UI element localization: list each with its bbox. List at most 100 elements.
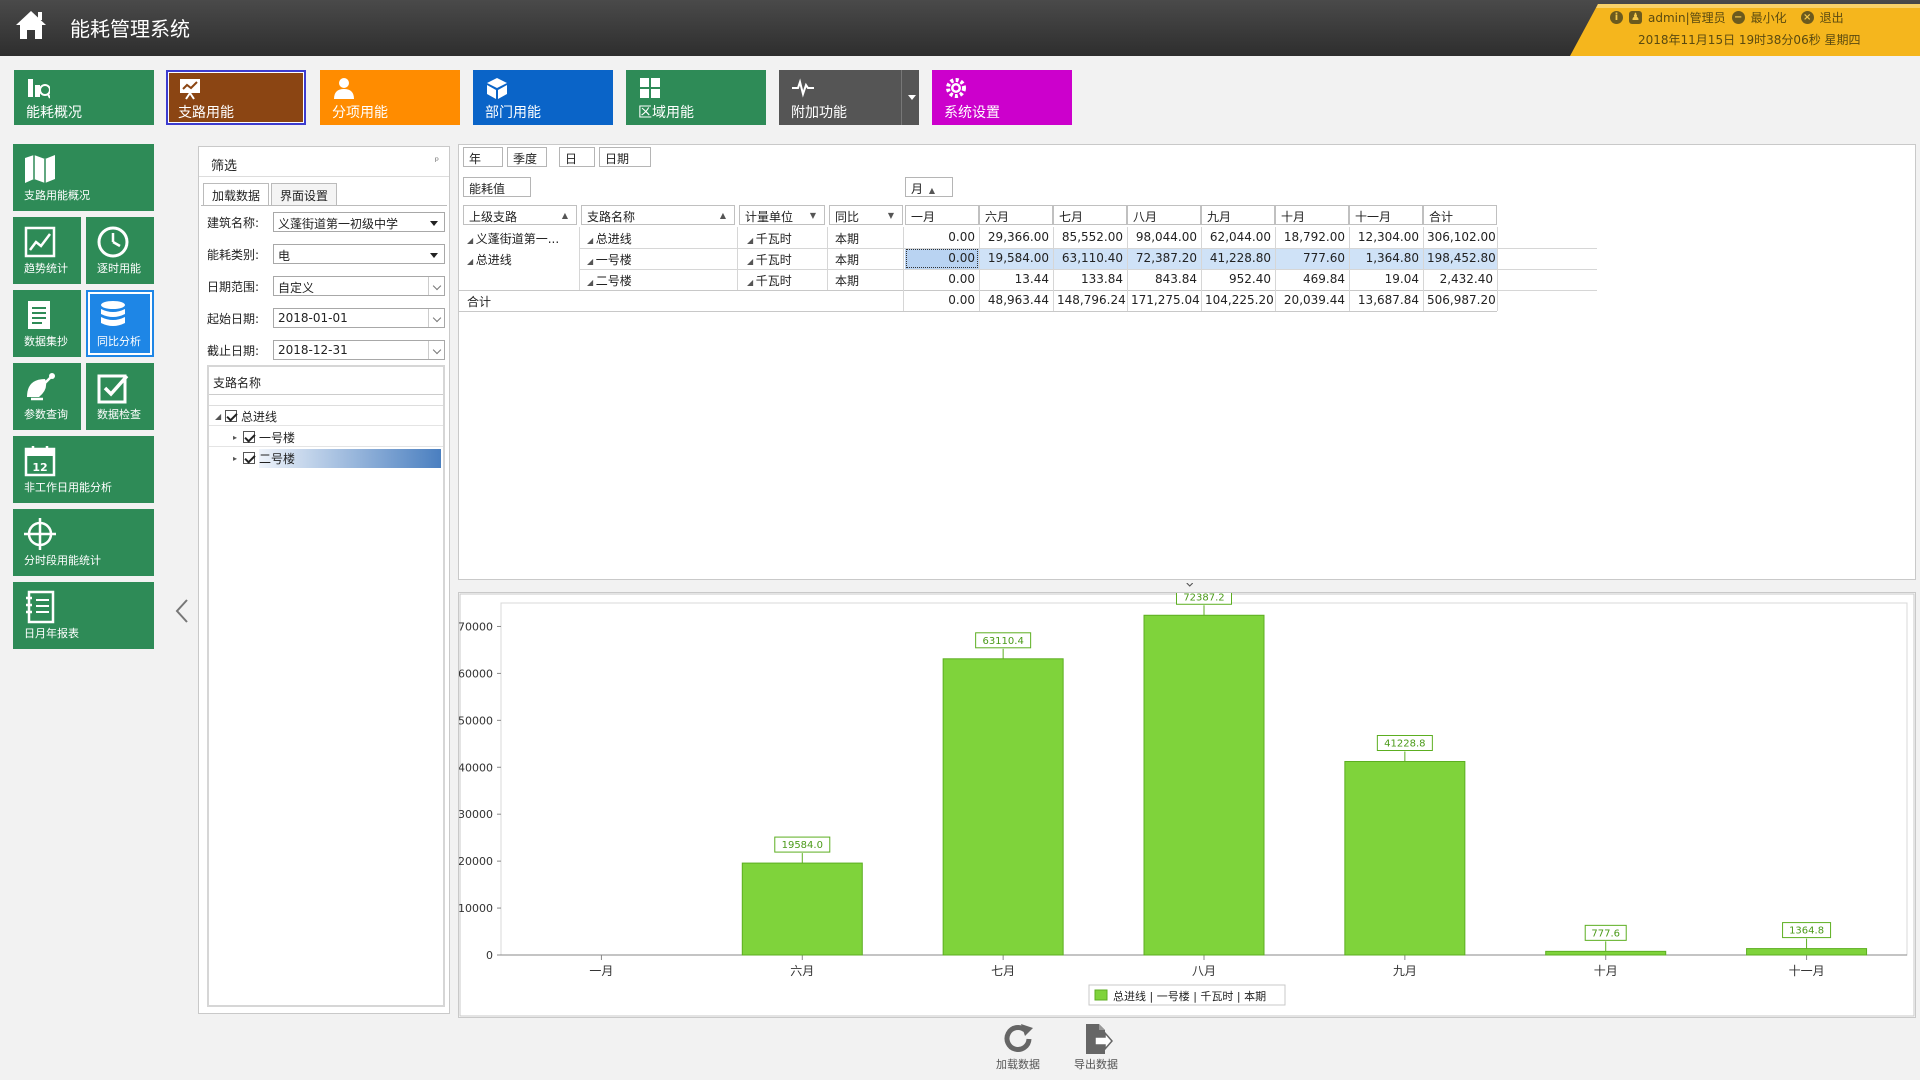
unit-cell[interactable]: ◢ 千瓦时 (743, 269, 827, 290)
field-chip-date[interactable]: 日期 (599, 147, 651, 167)
building-select[interactable]: 义蓬街道第一初级中学 (273, 212, 445, 232)
tree-node[interactable]: ◢ 总进线 (215, 407, 441, 425)
value-cell[interactable]: 0.00 (905, 227, 979, 248)
total-cell[interactable]: 171,275.04 (1127, 290, 1201, 311)
nav-branch[interactable]: 支路用能 (166, 70, 306, 125)
start-date-picker[interactable]: 2018-01-01 (273, 308, 445, 328)
side-trend[interactable]: 趋势统计 (13, 217, 81, 284)
side-check[interactable]: 数据检查 (86, 363, 154, 430)
tree-node[interactable]: ▸ 一号楼 (233, 428, 441, 446)
tree-checkbox[interactable] (243, 452, 255, 464)
row-header-branch[interactable]: 支路名称 ▲ (581, 205, 735, 225)
month-column-header[interactable]: 九月 (1201, 205, 1275, 225)
period-cell[interactable]: 本期 (831, 227, 903, 248)
total-cell[interactable]: 0.00 (905, 290, 979, 311)
month-column-header[interactable]: 七月 (1053, 205, 1127, 225)
value-cell[interactable]: 198,452.80 (1423, 248, 1497, 269)
side-yoy[interactable]: 同比分析 (86, 290, 154, 357)
filter-dropdown-icon[interactable]: ▼ (888, 211, 894, 220)
end-date-picker[interactable]: 2018-12-31 (273, 340, 445, 360)
row-header-unit[interactable]: 计量单位 ▼ (739, 205, 825, 225)
minimize-icon[interactable]: − (1731, 11, 1745, 24)
minimize-button[interactable]: 最小化 (1751, 9, 1787, 26)
side-report[interactable]: 日月年报表 (13, 582, 154, 649)
collapse-triangle-icon[interactable]: ◢ (467, 236, 476, 245)
unit-cell[interactable]: ◢ 千瓦时 (743, 227, 827, 248)
total-cell[interactable]: 104,225.20 (1201, 290, 1275, 311)
value-cell[interactable]: 469.84 (1275, 269, 1349, 290)
row-header-yoy[interactable]: 同比 ▼ (829, 205, 903, 225)
export-data-button[interactable]: 导出数据 (1066, 1022, 1126, 1078)
pin-icon[interactable]: ᵖ (435, 156, 439, 167)
expand-triangle-icon[interactable]: ▸ (233, 433, 243, 442)
total-cell[interactable]: 148,796.24 (1053, 290, 1127, 311)
side-param[interactable]: 参数查询 (13, 363, 81, 430)
value-cell[interactable]: 63,110.40 (1053, 248, 1127, 269)
period-cell[interactable]: 本期 (831, 269, 903, 290)
side-nonwork[interactable]: 12 非工作日用能分析 (13, 436, 154, 503)
date-range-select[interactable]: 自定义 (273, 276, 445, 296)
collapse-triangle-icon[interactable]: ◢ (467, 257, 476, 266)
collapse-triangle-icon[interactable]: ◢ (747, 278, 756, 287)
tab-load-data[interactable]: 加载数据 (203, 183, 270, 205)
data-field-chip[interactable]: 能耗值 (463, 177, 531, 197)
collapse-triangle-icon[interactable]: ◢ (587, 257, 596, 266)
load-data-button[interactable]: 加载数据 (988, 1022, 1048, 1078)
branch-cell[interactable]: ◢ 一号楼 (583, 248, 733, 269)
nav-area[interactable]: 区域用能 (626, 70, 766, 125)
nav-extra[interactable]: 附加功能 (779, 70, 919, 125)
branch-cell[interactable]: ◢ 二号楼 (583, 269, 733, 290)
month-column-header[interactable]: 十一月 (1349, 205, 1423, 225)
value-cell[interactable]: 2,432.40 (1423, 269, 1497, 290)
value-cell[interactable]: 777.60 (1275, 248, 1349, 269)
value-cell[interactable]: 1,364.80 (1349, 248, 1423, 269)
value-cell[interactable]: 29,366.00 (979, 227, 1053, 248)
value-cell[interactable]: 85,552.00 (1053, 227, 1127, 248)
energy-type-select[interactable]: 电 (273, 244, 445, 264)
total-cell[interactable]: 48,963.44 (979, 290, 1053, 311)
value-cell[interactable]: 0.00 (905, 269, 979, 290)
tree-node[interactable]: ▸ 二号楼 (233, 449, 441, 467)
nav-itemized[interactable]: 分项用能 (320, 70, 460, 125)
value-cell[interactable]: 41,228.80 (1201, 248, 1275, 269)
collapse-triangle-icon[interactable]: ◢ (587, 236, 596, 245)
value-cell[interactable]: 133.84 (1053, 269, 1127, 290)
month-column-header[interactable]: 十月 (1275, 205, 1349, 225)
month-column-header[interactable]: 一月 (905, 205, 979, 225)
field-chip-day[interactable]: 日 (559, 147, 595, 167)
branch-cell[interactable]: ◢ 总进线 (583, 227, 733, 248)
value-cell[interactable]: 18,792.00 (1275, 227, 1349, 248)
tree-checkbox[interactable] (243, 431, 255, 443)
side-collect[interactable]: 数据集抄 (13, 290, 81, 357)
total-cell[interactable]: 506,987.20 (1423, 290, 1497, 311)
side-timeslot[interactable]: 分时段用能统计 (13, 509, 154, 576)
period-cell[interactable]: 本期 (831, 248, 903, 269)
chevron-down-icon[interactable] (901, 70, 919, 125)
total-cell[interactable]: 13,687.84 (1349, 290, 1423, 311)
filter-dropdown-icon[interactable]: ▼ (810, 211, 816, 220)
tab-ui-settings[interactable]: 界面设置 (271, 183, 338, 205)
collapse-triangle-icon[interactable]: ◢ (587, 278, 596, 287)
splitter-chevron-icon[interactable] (1185, 583, 1193, 589)
collapse-triangle-icon[interactable]: ◢ (747, 257, 756, 266)
nav-settings[interactable]: 系统设置 (932, 70, 1072, 125)
row-header-parent[interactable]: 上级支路 ▲ (463, 205, 577, 225)
home-icon[interactable] (12, 6, 50, 44)
side-branch-overview[interactable]: 支路用能概况 (13, 144, 154, 211)
value-cell[interactable]: 13.44 (979, 269, 1053, 290)
field-chip-quarter[interactable]: 季度 (507, 147, 547, 167)
value-cell[interactable]: 0.00 (905, 248, 979, 269)
value-cell[interactable]: 843.84 (1127, 269, 1201, 290)
expand-triangle-icon[interactable]: ◢ (215, 412, 225, 421)
value-cell[interactable]: 19,584.00 (979, 248, 1053, 269)
value-cell[interactable]: 98,044.00 (1127, 227, 1201, 248)
value-cell[interactable]: 72,387.20 (1127, 248, 1201, 269)
collapse-triangle-icon[interactable]: ◢ (747, 236, 756, 245)
expand-triangle-icon[interactable]: ▸ (233, 454, 243, 463)
side-hourly[interactable]: 逐时用能 (86, 217, 154, 284)
tree-checkbox[interactable] (225, 410, 237, 422)
value-cell[interactable]: 12,304.00 (1349, 227, 1423, 248)
month-column-header[interactable]: 合计 (1423, 205, 1497, 225)
month-column-header[interactable]: 八月 (1127, 205, 1201, 225)
chevron-left-icon[interactable] (174, 598, 190, 624)
